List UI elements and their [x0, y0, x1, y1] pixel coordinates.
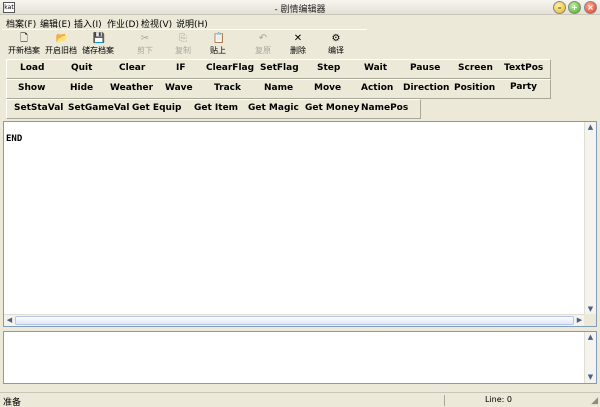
toolbar-button-7[interactable]: ✕ 删除 — [280, 33, 316, 59]
maximize-button[interactable]: + — [568, 1, 581, 14]
cmd-textpos-button[interactable]: TextPos — [504, 63, 543, 73]
toolbar-button-label: 复制 — [175, 46, 191, 55]
cmd-show-button[interactable]: Show — [18, 83, 45, 93]
cmd-clear-button[interactable]: Clear — [119, 63, 145, 73]
command-row-2: Show Hide Weather Wave Track Name Move A… — [6, 79, 551, 99]
cmd-if-button[interactable]: IF — [176, 63, 186, 73]
cmd-hide-button[interactable]: Hide — [70, 83, 93, 93]
toolbar-button-label: 开启旧档 — [45, 46, 77, 55]
toolbar-button-5[interactable]: 📋 贴上 — [200, 33, 236, 59]
cmd-wait-button[interactable]: Wait — [364, 63, 387, 73]
line-indicator: Line: 0 — [485, 395, 512, 404]
editor-horizontal-scrollbar[interactable]: ◀ ▶ — [4, 314, 585, 326]
menu-bar: 档案(F) 编辑(E) 插入(I) 作业(D) 检视(V) 说明(H) — [0, 15, 600, 30]
toolbar-button-3[interactable]: ✂ 剪下 — [127, 33, 163, 59]
resize-grip-icon[interactable]: ◢ — [591, 396, 598, 406]
cmd-get-magic-button[interactable]: Get Magic — [248, 103, 299, 113]
output-panel[interactable]: ▲ ▼ — [3, 331, 597, 384]
cmd-name-button[interactable]: Name — [264, 83, 293, 93]
cmd-track-button[interactable]: Track — [214, 83, 241, 93]
toolbar-button-label: 删除 — [290, 46, 306, 55]
toolbar-button-label: 贴上 — [210, 46, 226, 55]
horizontal-scroll-thumb[interactable] — [15, 316, 574, 325]
close-button[interactable]: × — [584, 1, 597, 14]
compile-icon: ⚙ — [331, 33, 341, 44]
cmd-setgameval-button[interactable]: SetGameVal — [68, 103, 129, 113]
new-file-icon: 🗋 — [19, 33, 29, 44]
open-folder-icon: 📂 — [55, 33, 68, 44]
editor-vertical-scrollbar[interactable]: ▲ ▼ — [584, 122, 596, 315]
command-row-1: Load Quit Clear IF ClearFlag SetFlag Ste… — [6, 59, 551, 79]
cmd-weather-button[interactable]: Weather — [110, 83, 153, 93]
cmd-action-button[interactable]: Action — [361, 83, 393, 93]
toolbar-button-4[interactable]: ⎘ 复制 — [165, 33, 201, 59]
toolbar-button-label: 开新档案 — [8, 46, 40, 55]
output-scroll-down-arrow-icon[interactable]: ▼ — [585, 372, 596, 383]
cmd-move-button[interactable]: Move — [314, 83, 341, 93]
cmd-load-button[interactable]: Load — [20, 63, 44, 73]
scroll-left-arrow-icon[interactable]: ◀ — [4, 315, 15, 326]
cmd-setflag-button[interactable]: SetFlag — [260, 63, 299, 73]
scroll-up-arrow-icon[interactable]: ▲ — [585, 122, 596, 133]
copy-icon: ⎘ — [179, 33, 187, 44]
cut-scissors-icon: ✂ — [140, 33, 150, 44]
cmd-pause-button[interactable]: Pause — [410, 63, 440, 73]
command-row-3: SetStaVal SetGameVal Get Equip Get Item … — [6, 99, 421, 119]
toolbar-button-0[interactable]: 🗋 开新档案 — [6, 33, 42, 59]
cmd-setstaval-button[interactable]: SetStaVal — [14, 103, 63, 113]
toolbar-button-label: 储存档案 — [82, 46, 114, 55]
cmd-screen-button[interactable]: Screen — [458, 63, 493, 73]
output-vertical-scrollbar[interactable]: ▲ ▼ — [584, 332, 596, 383]
toolbar-button-1[interactable]: 📂 开启旧档 — [43, 33, 79, 59]
paste-clipboard-icon: 📋 — [212, 33, 225, 44]
save-disk-icon: 💾 — [92, 33, 105, 44]
cmd-position-button[interactable]: Position — [454, 83, 495, 93]
script-editor[interactable]: END ▲ ▼ ◀ ▶ — [3, 121, 597, 327]
cmd-quit-button[interactable]: Quit — [71, 63, 92, 73]
status-text: 准备 — [3, 398, 22, 407]
title-bar: kat - 剧情编辑器 – + × — [0, 0, 600, 15]
toolbar-button-2[interactable]: 💾 储存档案 — [80, 33, 116, 59]
minimize-button[interactable]: – — [553, 1, 566, 14]
window-title: - 剧情编辑器 — [274, 5, 326, 15]
output-scroll-up-arrow-icon[interactable]: ▲ — [585, 332, 596, 343]
cmd-wave-button[interactable]: Wave — [165, 83, 193, 93]
editor-content[interactable]: END — [6, 134, 22, 144]
cmd-clearflag-button[interactable]: ClearFlag — [206, 63, 254, 73]
cmd-get-item-button[interactable]: Get Item — [194, 103, 238, 113]
toolbar-button-label: 编译 — [328, 46, 344, 55]
toolbar: 🗋 开新档案 📂 开启旧档 💾 储存档案 ✂ 剪下 ⎘ 复制 📋 贴上 ↶ 复原 ✕ 删除 ⚙ 编译 — [2, 29, 367, 59]
delete-x-icon: ✕ — [293, 33, 303, 44]
toolbar-button-6[interactable]: ↶ 复原 — [245, 33, 281, 59]
cmd-party-button[interactable]: Party — [510, 82, 537, 92]
toolbar-button-label: 剪下 — [137, 46, 153, 55]
cmd-step-button[interactable]: Step — [317, 63, 340, 73]
undo-icon: ↶ — [258, 33, 268, 44]
toolbar-button-label: 复原 — [255, 46, 271, 55]
status-divider — [444, 395, 445, 406]
cmd-get-equip-button[interactable]: Get Equip — [132, 103, 181, 113]
toolbar-button-8[interactable]: ⚙ 编译 — [318, 33, 354, 59]
cmd-direction-button[interactable]: Direction — [403, 83, 449, 93]
cmd-namepos-button[interactable]: NamePos — [361, 103, 408, 113]
status-bar: 准备 Line: 0 ◢ — [0, 392, 600, 407]
cmd-get-money-button[interactable]: Get Money — [305, 103, 359, 113]
scrollbar-corner — [584, 314, 596, 326]
